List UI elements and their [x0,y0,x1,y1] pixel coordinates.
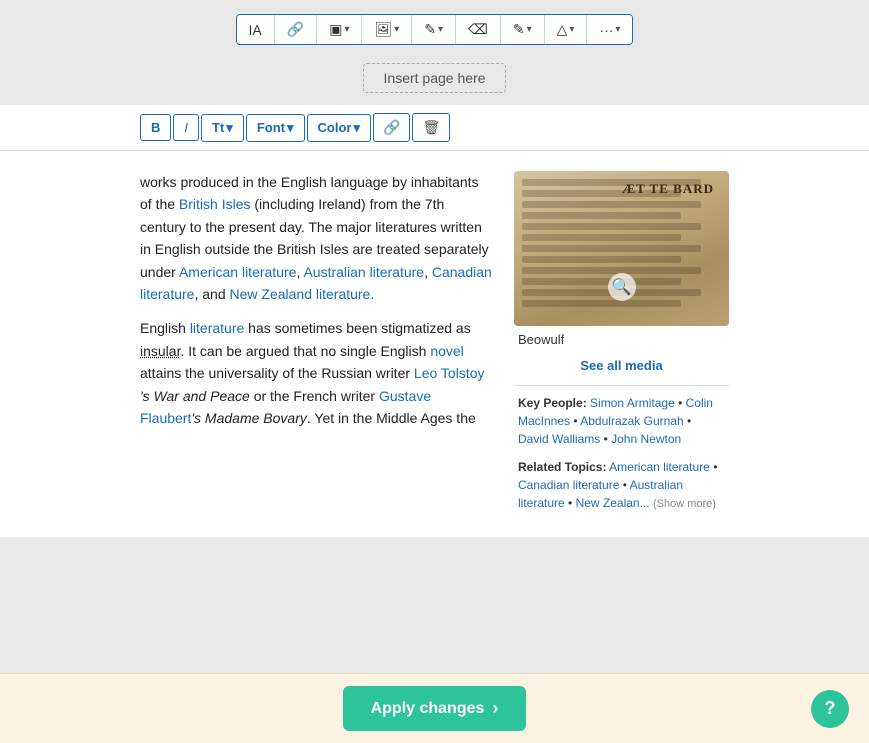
shapes-btn[interactable]: △ ▾ [545,15,588,44]
text-select-icon: IA [249,22,262,38]
insert-page-button[interactable]: Insert page here [363,63,507,93]
more-btn[interactable]: ··· ▾ [587,15,632,44]
signature-icon: ✎ [424,21,436,38]
pen-caret: ▾ [527,24,532,35]
media-caption: Beowulf [514,326,729,351]
article-text: works produced in the English language b… [140,171,494,517]
new-zealand-literature-link[interactable]: New Zealand literature [230,286,371,302]
format-toolbar: B I Tt ▾ Font ▾ Color ▾ 🔗 🗑 [0,105,869,151]
insert-page-bar: Insert page here [0,55,869,105]
top-toolbar: IA 🔗 ▣ ▾ 🖼 ▾ ✎ ▾ ⌫ ✎ ▾ △ ▾ ··· ▾ [0,0,869,55]
delete-format-button[interactable]: 🗑 [412,113,450,142]
text-size-button[interactable]: Tt ▾ [201,114,244,142]
shapes-icon: △ [557,21,568,38]
related-topics: Related Topics: American literature • Ca… [514,452,729,517]
bold-button[interactable]: B [140,114,171,141]
and-text: , and [194,286,229,302]
more-caret: ▾ [615,24,620,35]
eraser-btn[interactable]: ⌫ [456,15,501,44]
help-button[interactable]: ? [811,690,849,728]
manuscript-title: ÆT TE BARD [622,181,714,197]
related-topics-label: Related Topics: [518,460,606,474]
apply-arrow-icon: › [492,698,498,719]
related-canadian-lit[interactable]: Canadian literature [518,478,619,492]
shapes-caret: ▾ [569,24,574,35]
help-icon: ? [825,698,836,719]
see-all-media-link[interactable]: See all media [580,358,662,373]
signature-btn[interactable]: ✎ ▾ [412,15,456,44]
related-american-lit[interactable]: American literature [609,460,710,474]
american-literature-link[interactable]: American literature [179,264,297,280]
toolbar-group: IA 🔗 ▣ ▾ 🖼 ▾ ✎ ▾ ⌫ ✎ ▾ △ ▾ ··· ▾ [236,14,634,45]
font-caret: ▾ [287,120,294,136]
signature-caret: ▾ [438,24,443,35]
bottom-bar: Apply changes › ? [0,673,869,743]
magnify-icon[interactable]: 🔍 [608,273,636,301]
key-people-label: Key People: [518,396,587,410]
image-icon: 🖼 [374,21,392,38]
text-select-btn[interactable]: IA [237,15,275,44]
media-image[interactable]: ÆT TE BARD 🔍 [514,171,729,326]
more-icon: ··· [599,22,613,38]
apply-changes-button[interactable]: Apply changes › [343,686,527,731]
see-all-media: See all media [514,351,729,386]
pen-icon: ✎ [513,21,525,38]
pen-btn[interactable]: ✎ ▾ [501,15,545,44]
key-people: Key People: Simon Armitage • Colin MacIn… [514,386,729,452]
link-icon: 🔗 [287,21,304,38]
color-button[interactable]: Color ▾ [307,114,371,142]
text-size-caret: ▾ [226,120,233,136]
text-size-label: Tt [212,120,224,135]
article-p2-end: . Yet in the Middle Ages the [307,410,476,426]
link-btn[interactable]: 🔗 [275,15,317,44]
font-label: Font [257,120,285,135]
apply-changes-label: Apply changes [371,700,485,718]
article-body: works produced in the English language b… [0,151,869,537]
key-person-simon[interactable]: Simon Armitage [590,396,675,410]
embed-btn[interactable]: ▣ ▾ [317,15,362,44]
article-p2-cont4: or the French writer [250,388,379,404]
italic-button[interactable]: I [173,114,199,141]
delete-format-icon: 🗑 [422,119,440,135]
sidebar-panel: ÆT TE BARD 🔍 Beowulf See all media Key P… [514,171,729,517]
article-p2-cont1: has sometimes been stigmatized as [248,320,471,336]
embed-icon: ▣ [329,21,342,38]
literature-link[interactable]: literature [190,320,244,336]
image-btn[interactable]: 🖼 ▾ [362,15,412,44]
p1-end: . [370,286,374,302]
key-person-abdulrazak[interactable]: Abdulrazak Gurnah [580,414,683,428]
key-person-david[interactable]: David Walliams [518,432,600,446]
link-format-icon: 🔗 [383,119,400,135]
color-label: Color [318,120,352,135]
main-content: B I Tt ▾ Font ▾ Color ▾ 🔗 🗑 works produc… [0,105,869,537]
font-button[interactable]: Font ▾ [246,114,305,142]
article-p2-start: English [140,320,190,336]
key-person-john[interactable]: John Newton [611,432,681,446]
novel-link[interactable]: novel [430,343,463,359]
australian-literature-link[interactable]: Australian literature [303,264,424,280]
war-peace: 's War and Peace [140,388,250,404]
link-format-button[interactable]: 🔗 [373,113,410,142]
related-nz-lit[interactable]: New Zealan... [576,496,650,510]
image-caret: ▾ [394,24,399,35]
color-caret: ▾ [353,120,360,136]
manuscript-illustration: ÆT TE BARD 🔍 [514,171,729,326]
british-isles-link[interactable]: British Isles [179,196,251,212]
show-more[interactable]: (Show more) [653,498,716,510]
embed-caret: ▾ [344,24,349,35]
tolstoy-link[interactable]: Leo Tolstoy [414,365,485,381]
article-p2-cont2: . It can be argued that no single Englis… [180,343,430,359]
eraser-icon: ⌫ [468,21,488,38]
article-p2-cont3: attains the universality of the Russian … [140,365,414,381]
madame-bovary: 's Madame Bovary [191,410,307,426]
insular-word: insular [140,343,180,359]
